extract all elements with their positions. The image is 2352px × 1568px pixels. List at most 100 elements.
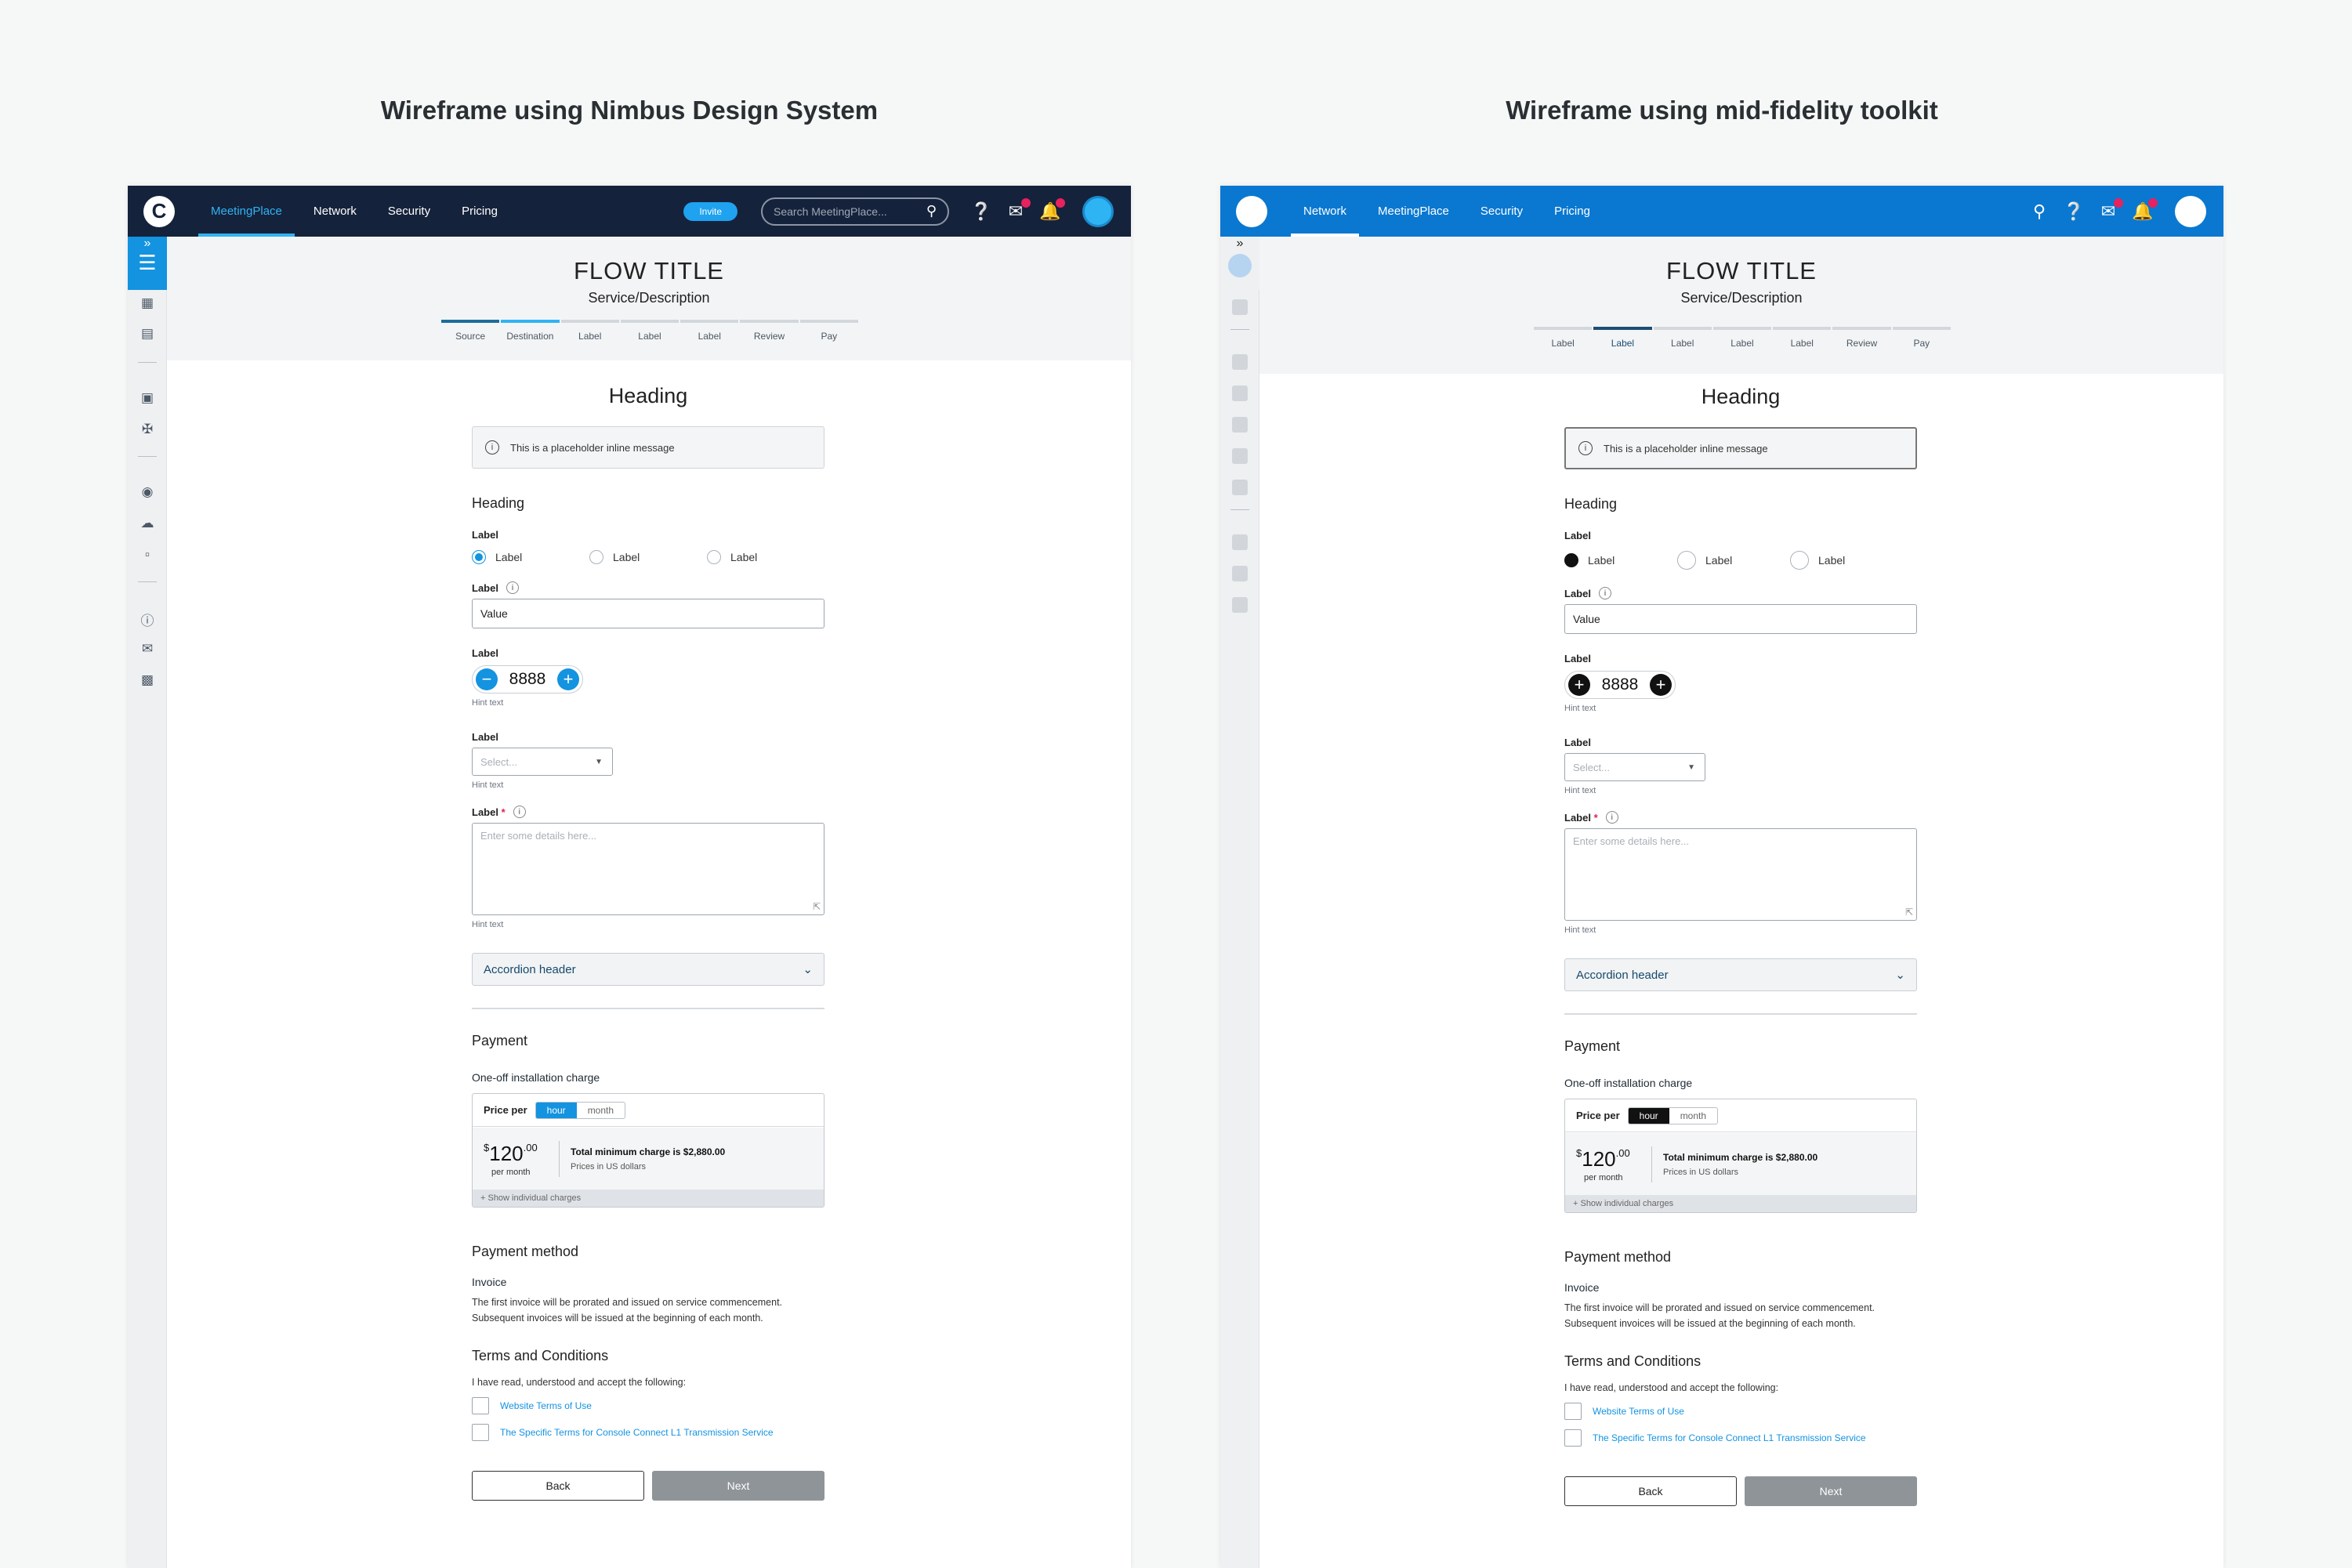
details-textarea[interactable]: Enter some details here... ⇱: [472, 823, 824, 915]
step-label[interactable]: Label: [1773, 327, 1832, 349]
placeholder-icon[interactable]: [1232, 566, 1248, 581]
select-dropdown[interactable]: Select... ▼: [1564, 753, 1705, 781]
next-button[interactable]: Next: [1745, 1476, 1917, 1506]
step-source[interactable]: Source: [441, 320, 500, 342]
resize-handle[interactable]: ⇱: [1905, 907, 1913, 918]
radio-option[interactable]: Label: [1677, 551, 1790, 570]
increment-button[interactable]: +: [557, 668, 579, 690]
chat-icon[interactable]: ✉: [1007, 197, 1031, 221]
user-avatar-icon[interactable]: [1082, 195, 1114, 227]
show-charges-link[interactable]: + Show individual charges: [473, 1190, 824, 1207]
placeholder-icon[interactable]: [1232, 299, 1248, 315]
nav-pricing[interactable]: Pricing: [1538, 186, 1606, 237]
toggle-hour[interactable]: hour: [535, 1102, 577, 1118]
step-review[interactable]: Review: [740, 320, 799, 342]
radio-selected[interactable]: [472, 550, 486, 564]
placeholder-icon[interactable]: [1232, 354, 1248, 370]
step-label[interactable]: Label: [620, 320, 680, 342]
toggle-month[interactable]: month: [1669, 1108, 1717, 1124]
file-icon[interactable]: ▫: [138, 547, 157, 564]
placeholder-icon[interactable]: [1232, 480, 1248, 495]
placeholder-icon[interactable]: [1232, 534, 1248, 550]
placeholder-icon[interactable]: [1232, 597, 1248, 613]
invite-button[interactable]: Invite: [683, 201, 737, 221]
accordion-header[interactable]: Accordion header ⌄: [472, 953, 824, 986]
resize-handle[interactable]: ⇱: [813, 901, 821, 912]
info-icon[interactable]: i: [1598, 587, 1611, 599]
globe-icon[interactable]: ◉: [138, 484, 157, 502]
help-icon[interactable]: ❔: [2063, 201, 2084, 221]
menu-icon[interactable]: ☰: [138, 251, 156, 275]
expand-sidebar-icon[interactable]: »: [144, 237, 151, 251]
search-icon[interactable]: ⚲: [926, 203, 937, 219]
radio-unselected[interactable]: [707, 550, 721, 564]
document-icon[interactable]: ▤: [138, 326, 157, 343]
nav-network[interactable]: Network: [1288, 186, 1362, 237]
radio-selected[interactable]: [1564, 553, 1578, 567]
radio-unselected[interactable]: [1677, 551, 1696, 570]
radio-unselected[interactable]: [589, 550, 603, 564]
logo[interactable]: C: [143, 195, 175, 227]
increment-button[interactable]: +: [1650, 674, 1672, 696]
info-icon[interactable]: i: [506, 581, 519, 594]
toggle-hour[interactable]: hour: [1628, 1107, 1669, 1124]
network-icon[interactable]: ✠: [138, 422, 157, 439]
nav-security[interactable]: Security: [1465, 186, 1538, 237]
info-icon[interactable]: i: [1605, 811, 1618, 824]
radio-option[interactable]: Label: [1564, 551, 1677, 570]
radio-option[interactable]: Label: [1790, 551, 1903, 570]
radio-unselected[interactable]: [1790, 551, 1809, 570]
grid-icon[interactable]: ▦: [138, 295, 157, 313]
nav-meetingplace[interactable]: MeetingPlace: [1362, 186, 1465, 237]
placeholder-icon[interactable]: [1232, 448, 1248, 464]
decrement-button[interactable]: −: [476, 668, 498, 690]
nav-security[interactable]: Security: [372, 186, 446, 237]
step-label[interactable]: Label: [1534, 327, 1593, 349]
terms-link[interactable]: The Specific Terms for Console Connect L…: [500, 1427, 774, 1438]
bell-icon[interactable]: 🔔: [1039, 197, 1065, 221]
user-avatar-icon[interactable]: [2175, 195, 2206, 227]
radio-option[interactable]: Label: [589, 550, 707, 564]
checkbox[interactable]: [1564, 1403, 1582, 1420]
step-destination[interactable]: Destination: [501, 320, 560, 342]
placeholder-icon[interactable]: [1232, 417, 1248, 433]
nav-network[interactable]: Network: [298, 186, 372, 237]
terms-link[interactable]: Website Terms of Use: [1593, 1406, 1684, 1417]
search-input[interactable]: Search MeetingPlace... ⚲: [761, 197, 949, 226]
radio-option[interactable]: Label: [707, 550, 824, 564]
help-icon[interactable]: ❔: [970, 201, 991, 221]
terms-link[interactable]: Website Terms of Use: [500, 1400, 592, 1411]
show-charges-link[interactable]: + Show individual charges: [1565, 1195, 1916, 1212]
step-label[interactable]: Label: [1712, 327, 1772, 349]
next-button[interactable]: Next: [652, 1471, 824, 1501]
checkbox[interactable]: [472, 1424, 489, 1441]
sidebar-circle[interactable]: [1228, 254, 1252, 277]
radio-option[interactable]: Label: [472, 550, 589, 564]
back-button[interactable]: Back: [1564, 1476, 1737, 1506]
step-pay[interactable]: Pay: [1892, 327, 1951, 349]
checkbox[interactable]: [1564, 1429, 1582, 1447]
toggle-month[interactable]: month: [577, 1103, 625, 1118]
stepper-value[interactable]: 8888: [498, 670, 557, 689]
nav-pricing[interactable]: Pricing: [446, 186, 513, 237]
text-field[interactable]: Value: [472, 599, 824, 628]
step-label[interactable]: Label: [680, 320, 739, 342]
search-icon[interactable]: ⚲: [2031, 201, 2048, 221]
terms-link[interactable]: The Specific Terms for Console Connect L…: [1593, 1432, 1866, 1443]
expand-sidebar-icon[interactable]: »: [1237, 237, 1244, 251]
step-label[interactable]: Label: [560, 320, 619, 342]
info-icon[interactable]: i: [513, 806, 526, 818]
logo[interactable]: [1236, 195, 1267, 227]
step-review[interactable]: Review: [1832, 327, 1891, 349]
checkbox[interactable]: [472, 1397, 489, 1414]
cloud-icon[interactable]: ☁: [138, 516, 157, 533]
details-textarea[interactable]: Enter some details here... ⇱: [1564, 828, 1917, 921]
text-field[interactable]: Value: [1564, 604, 1917, 634]
stepper-value[interactable]: 8888: [1590, 675, 1650, 694]
chat-icon[interactable]: ✉: [2100, 197, 2123, 221]
step-label-current[interactable]: Label: [1593, 327, 1652, 349]
help-icon[interactable]: ⓘ: [138, 610, 157, 628]
bell-icon[interactable]: 🔔: [2132, 197, 2158, 221]
back-button[interactable]: Back: [472, 1471, 644, 1501]
mail-icon[interactable]: ✉: [138, 641, 157, 658]
